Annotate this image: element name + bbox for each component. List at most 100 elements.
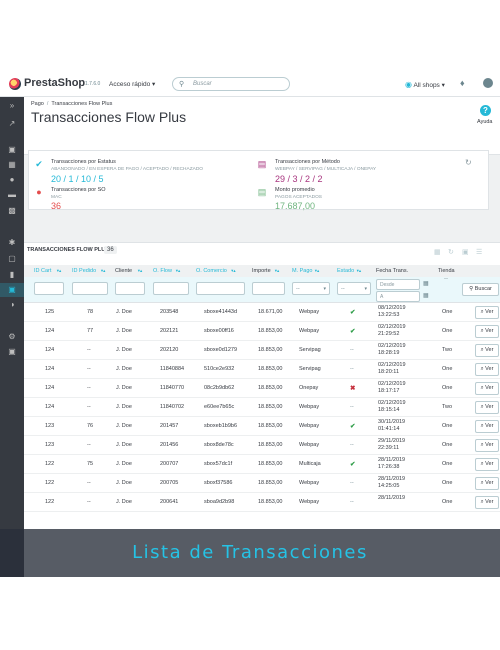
table-row[interactable]: 124 -- J. Doe 11840702 e60ee7b65c 18.853,00 We…	[24, 398, 500, 417]
international-globe-icon[interactable]: ◑	[7, 300, 17, 310]
view-button[interactable]: ⌕ Ver	[475, 325, 499, 338]
column-header[interactable]: Estado	[337, 268, 354, 274]
search-box[interactable]: ⚲ Buscar	[172, 77, 290, 91]
stats-chart-icon[interactable]: ▩	[7, 206, 17, 216]
cell-method: Onepay	[299, 385, 319, 391]
table-row[interactable]: 125 78 J. Doe 203548 sboxe41443d 18.671,00 Web…	[24, 303, 500, 322]
cell-fecha: 08/12/2019 13:22:53	[378, 305, 406, 319]
calendar-icon[interactable]: ▦	[423, 280, 429, 287]
customers-user-icon[interactable]: ●	[7, 175, 17, 185]
view-button[interactable]: ⌕ Ver	[475, 382, 499, 395]
column-header[interactable]: Tienda	[438, 268, 455, 274]
view-button-label: Ver	[485, 442, 494, 448]
cell-fecha-date: 08/12/2019	[378, 305, 406, 311]
cell-method: Webpay	[299, 404, 320, 410]
sort-arrows-icon[interactable]: ▾▴	[138, 268, 143, 274]
table-row[interactable]: 124 -- J. Doe 11840884 510ce2e932 18.853,00 Se…	[24, 360, 500, 379]
caption-banner: Lista de Transacciones	[0, 529, 500, 577]
kpi-amount-value: 17.687,00	[275, 201, 316, 211]
table-row[interactable]: 123 -- J. Doe 201456 sbox8de78c 18.853,00 Webp…	[24, 436, 500, 455]
filter-date-from[interactable]: Desde	[376, 279, 420, 290]
messages-chat-icon[interactable]: ▬	[7, 190, 17, 200]
filter-id-cart[interactable]	[34, 282, 64, 295]
cell-comercio: e60ee7b65c	[204, 404, 235, 410]
view-button[interactable]: ⌕ Ver	[475, 306, 499, 319]
breadcrumb-parent[interactable]: Pago	[31, 101, 44, 107]
filter-importe[interactable]	[252, 282, 285, 295]
column-header[interactable]: O. Comercio	[196, 268, 227, 274]
sort-arrows-icon[interactable]: ▾▴	[357, 268, 362, 274]
column-header[interactable]: ID Pedido	[72, 268, 96, 274]
export-icon[interactable]: ▦	[434, 248, 441, 256]
filter-m-pago-select[interactable]: -- ▾	[292, 282, 330, 295]
table-row[interactable]: 122 -- J. Doe 200705 sboxf37586 18.853,00 Webp…	[24, 474, 500, 493]
database-icon[interactable]: ☰	[476, 248, 482, 256]
table-row[interactable]: 124 -- J. Doe 202120 sboxe0d1279 18.853,00 Ser…	[24, 341, 500, 360]
table-row[interactable]: 122 -- J. Doe 200641 sboa9d2b98 18.853,00 Webp…	[24, 493, 500, 512]
view-button[interactable]: ⌕ Ver	[475, 344, 499, 357]
column-header[interactable]: Cliente	[115, 268, 132, 274]
view-button[interactable]: ⌕ Ver	[475, 420, 499, 433]
dashboard-trend-icon[interactable]: ↗	[7, 119, 17, 129]
table-row[interactable]: 123 76 J. Doe 201457 sboxeb1b9b6 18.853,00 Web…	[24, 417, 500, 436]
filter-o-flow[interactable]	[153, 282, 189, 295]
shipping-truck-icon[interactable]: ▮	[7, 270, 17, 280]
column-header[interactable]: M. Pago	[292, 268, 312, 274]
caption-text: Lista de Transacciones	[132, 542, 368, 563]
calendar-icon[interactable]: ▦	[423, 292, 429, 299]
design-monitor-icon[interactable]: ▢	[7, 254, 17, 264]
filter-tienda[interactable]: --	[444, 276, 448, 282]
refresh-icon[interactable]: ↻	[465, 158, 472, 167]
sort-arrows-icon[interactable]: ▾▴	[275, 268, 280, 274]
filter-id-pedido[interactable]	[72, 282, 108, 295]
payment-card-icon[interactable]: ▣	[7, 285, 17, 295]
notifications-bell-icon[interactable]: ♦	[460, 78, 465, 88]
cell-amount: 18.853,00	[258, 499, 283, 505]
filter-date-to[interactable]: A	[376, 291, 420, 302]
column-header[interactable]: Importe	[252, 268, 271, 274]
view-button[interactable]: ⌕ Ver	[475, 496, 499, 509]
orders-basket-icon[interactable]: ▣	[7, 145, 17, 155]
shop-selector[interactable]: ◉ All shops ▾	[405, 80, 445, 89]
catalog-store-icon[interactable]: ▦	[7, 160, 17, 170]
table-row[interactable]: 124 77 J. Doe 202121 sboxe00ff16 18.853,00 Web…	[24, 322, 500, 341]
sort-arrows-icon[interactable]: ▾▴	[231, 268, 236, 274]
cell-client: J. Doe	[116, 442, 132, 448]
search-button[interactable]: ⚲ Buscar	[462, 283, 499, 296]
sort-arrows-icon[interactable]: ▾▴	[101, 268, 106, 274]
advanced-tools-icon[interactable]: ▣	[7, 347, 17, 357]
help-label[interactable]: Ayuda	[477, 119, 493, 125]
filter-o-comercio[interactable]	[196, 282, 245, 295]
column-header[interactable]: O. Flow	[153, 268, 172, 274]
filter-cliente[interactable]	[115, 282, 145, 295]
view-button[interactable]: ⌕ Ver	[475, 477, 499, 490]
help-icon[interactable]: ?	[480, 105, 491, 116]
modules-puzzle-icon[interactable]: ✱	[7, 238, 17, 248]
chevron-updown-icon: ▾	[323, 286, 326, 292]
column-header[interactable]: Fecha Trans.	[376, 268, 408, 274]
filter-estado-select[interactable]: -- ▾	[337, 282, 371, 295]
view-button[interactable]: ⌕ Ver	[475, 401, 499, 414]
sort-arrows-icon[interactable]: ▾▴	[176, 268, 181, 274]
sort-arrows-icon[interactable]: ▾▴	[315, 268, 320, 274]
cell-shop: One	[442, 423, 453, 429]
view-button[interactable]: ⌕ Ver	[475, 439, 499, 452]
search-input[interactable]: Buscar	[193, 81, 212, 87]
user-avatar-icon[interactable]	[483, 78, 493, 88]
filter-estado-value: --	[341, 286, 345, 292]
collapse-chevrons-icon[interactable]: »	[7, 101, 17, 111]
kpi-status-value: 20 / 1 / 10 / 5	[51, 174, 104, 184]
column-header[interactable]: ID Cart	[34, 268, 51, 274]
refresh-list-icon[interactable]: ↻	[448, 248, 454, 256]
cell-fecha: 28/11/2019 17:26:38	[378, 457, 405, 471]
sql-query-icon[interactable]: ▣	[462, 248, 469, 256]
sort-arrows-icon[interactable]: ▾▴	[57, 268, 62, 274]
filter-m-pago-value: --	[296, 286, 300, 292]
settings-gear-icon[interactable]: ⚙	[7, 332, 17, 342]
quick-access-menu[interactable]: Acceso rápido ▾	[109, 80, 155, 88]
view-button[interactable]: ⌕ Ver	[475, 458, 499, 471]
table-row[interactable]: 122 75 J. Doe 200707 sbox57dc1f 18.853,00 Mult…	[24, 455, 500, 474]
cell-shop: One	[442, 442, 453, 448]
table-row[interactable]: 124 -- J. Doe 11840770 08c2b9db62 18.853,00 On…	[24, 379, 500, 398]
view-button[interactable]: ⌕ Ver	[475, 363, 499, 376]
